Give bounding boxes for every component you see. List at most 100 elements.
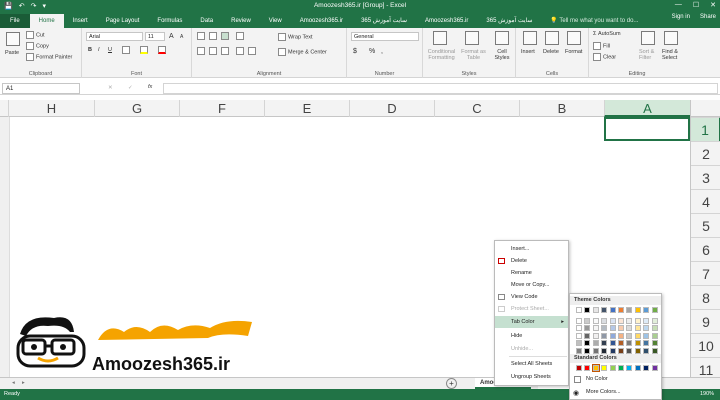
theme-color-swatch[interactable] [584, 325, 591, 331]
standard-color-swatch[interactable] [626, 365, 633, 371]
column-header-h[interactable]: H [8, 100, 94, 117]
theme-color-swatch[interactable] [609, 340, 616, 346]
paste-button[interactable]: Paste [5, 50, 19, 56]
theme-color-swatch[interactable] [643, 340, 650, 346]
borders-button[interactable] [122, 46, 132, 54]
theme-color-swatch[interactable] [651, 347, 658, 354]
theme-color-swatch[interactable] [618, 332, 624, 339]
increase-indent-button[interactable] [248, 47, 258, 55]
theme-color-swatch[interactable] [584, 317, 591, 324]
sign-in-link[interactable]: Sign in [672, 14, 690, 20]
delete-cells-button[interactable]: Delete [543, 49, 559, 55]
theme-color-swatch[interactable] [618, 325, 624, 331]
tab-insert[interactable]: Insert [64, 14, 97, 28]
theme-color-swatch[interactable] [601, 325, 608, 331]
paste-icon[interactable] [6, 32, 20, 46]
tab-custom-3[interactable]: Amoozesh365.ir [416, 14, 477, 28]
close-button[interactable]: ✕ [710, 1, 716, 9]
standard-color-swatch[interactable] [618, 365, 624, 371]
comma-button[interactable]: , [381, 48, 383, 55]
autosum-button[interactable]: Σ AutoSum [593, 31, 621, 37]
find-select-button[interactable]: Find & Select [662, 49, 684, 61]
standard-color-swatch[interactable] [609, 365, 616, 371]
theme-color-swatch[interactable] [618, 340, 624, 346]
menu-item-move-copy[interactable]: Move or Copy... [495, 279, 568, 291]
shrink-font-button[interactable]: A [180, 34, 183, 40]
theme-color-swatch[interactable] [601, 340, 608, 346]
theme-color-swatch[interactable] [609, 307, 616, 313]
row-header-6[interactable]: 6 [691, 237, 720, 261]
column-header-d[interactable]: D [349, 100, 434, 117]
standard-color-swatch[interactable] [643, 365, 650, 371]
theme-color-swatch[interactable] [651, 325, 658, 331]
cell-styles-button[interactable]: Cell Styles [491, 49, 513, 61]
theme-color-swatch[interactable] [626, 347, 633, 354]
row-header-4[interactable]: 4 [691, 189, 720, 213]
theme-color-swatch[interactable] [643, 317, 650, 324]
theme-color-swatch[interactable] [651, 340, 658, 346]
standard-color-swatch[interactable] [651, 365, 658, 371]
format-table-icon[interactable] [465, 31, 479, 45]
menu-item-insert[interactable]: Insert... [495, 243, 568, 255]
scroll-tabs-left-icon[interactable]: ◂ [12, 380, 15, 386]
theme-color-swatch[interactable] [584, 347, 591, 354]
merge-center-button[interactable]: Merge & Center [278, 48, 327, 56]
align-top-button[interactable] [197, 32, 207, 40]
theme-color-swatch[interactable] [651, 317, 658, 324]
format-painter-button[interactable]: Format Painter [26, 53, 72, 61]
theme-color-swatch[interactable] [626, 340, 633, 346]
row-header-5[interactable]: 5 [691, 213, 720, 237]
standard-color-swatch[interactable] [634, 365, 641, 371]
select-all-corner[interactable] [690, 100, 720, 117]
conditional-formatting-button[interactable]: Conditional Formatting [425, 49, 458, 61]
cancel-entry-button[interactable]: ✕ [108, 85, 113, 91]
delete-cells-icon[interactable] [545, 31, 559, 45]
currency-button[interactable]: $ [353, 48, 357, 55]
standard-color-swatch[interactable] [591, 364, 600, 372]
tab-data[interactable]: Data [191, 14, 222, 28]
theme-color-swatch[interactable] [626, 307, 633, 313]
theme-color-swatch[interactable] [592, 307, 599, 313]
new-sheet-button[interactable]: + [446, 378, 457, 389]
scroll-tabs-right-icon[interactable]: ▸ [22, 380, 25, 386]
underline-button[interactable]: U [108, 47, 112, 53]
theme-color-swatch[interactable] [601, 347, 608, 354]
find-select-icon[interactable] [664, 31, 678, 45]
align-bottom-button[interactable] [221, 32, 231, 40]
menu-item-rename[interactable]: Rename [495, 267, 568, 279]
theme-color-swatch[interactable] [609, 347, 616, 354]
theme-color-swatch[interactable] [592, 347, 599, 354]
theme-color-swatch[interactable] [609, 325, 616, 331]
row-header-8[interactable]: 8 [691, 285, 720, 309]
align-center-button[interactable] [209, 47, 219, 55]
theme-color-swatch[interactable] [592, 325, 599, 331]
italic-button[interactable]: I [98, 47, 100, 53]
font-size-select[interactable]: 11 [145, 32, 165, 41]
column-header-b[interactable]: B [519, 100, 604, 117]
menu-item-select-all-sheets[interactable]: Select All Sheets [495, 358, 568, 370]
theme-color-swatch[interactable] [634, 317, 641, 324]
standard-color-swatch[interactable] [584, 365, 591, 371]
menu-item-delete[interactable]: Delete [495, 255, 568, 267]
tab-custom-2[interactable]: سایت آموزش 365 [352, 14, 416, 28]
tell-me-box[interactable]: 💡 Tell me what you want to do... [541, 14, 647, 28]
theme-color-swatch[interactable] [643, 332, 650, 339]
theme-color-swatch[interactable] [576, 317, 582, 324]
align-middle-button[interactable] [209, 32, 219, 40]
column-header-c[interactable]: C [434, 100, 519, 117]
decrease-indent-button[interactable] [236, 47, 246, 55]
column-header-f[interactable]: F [179, 100, 264, 117]
tab-page-layout[interactable]: Page Layout [97, 14, 149, 28]
theme-color-swatch[interactable] [626, 325, 633, 331]
standard-color-swatch[interactable] [601, 365, 608, 371]
column-header-a[interactable]: A [604, 100, 690, 117]
row-header-10[interactable]: 10 [691, 333, 720, 357]
menu-item-tab-color[interactable]: Tab Color ▸ [495, 316, 568, 328]
more-colors-option[interactable]: ◉ More Colors... [570, 387, 661, 398]
theme-color-swatch[interactable] [618, 307, 624, 313]
cell-styles-icon[interactable] [495, 31, 509, 45]
theme-color-swatch[interactable] [643, 307, 650, 313]
theme-color-swatch[interactable] [601, 332, 608, 339]
theme-color-swatch[interactable] [634, 347, 641, 354]
percent-button[interactable]: % [369, 48, 375, 55]
